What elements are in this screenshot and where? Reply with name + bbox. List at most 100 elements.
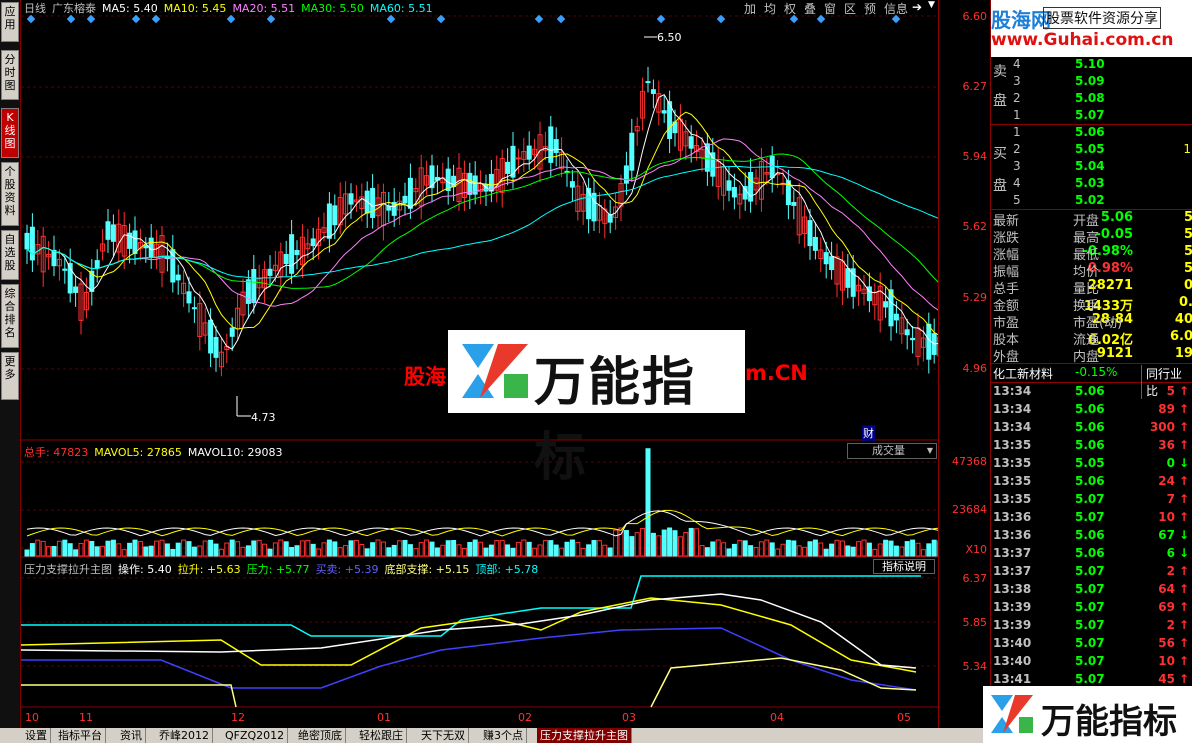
buy-level-row[interactable]: 2 5.05 1 xyxy=(991,142,1192,160)
tab-qiaofeng[interactable]: 乔峰2012 xyxy=(156,728,213,743)
volume-bar xyxy=(213,543,219,557)
volume-bar xyxy=(332,541,338,557)
candle-body xyxy=(688,136,694,149)
pressure-label: 压力: +5.77 xyxy=(246,563,310,576)
bottom-tab-bar: 设置 指标平台 资讯 乔峰2012 QFZQ2012 绝密顶底 轻松跟庄 天下无… xyxy=(0,728,990,743)
tab-stock-info[interactable]: 个股资料 xyxy=(1,162,19,226)
level: 3 xyxy=(1013,74,1021,88)
indicator-tick: 5.34 xyxy=(962,660,988,673)
support-label: 底部支撑: +5.15 xyxy=(384,563,470,576)
volume-bar xyxy=(251,540,257,557)
candle-body xyxy=(143,245,149,249)
price-tick: 6.60 xyxy=(962,10,988,23)
arrow-up-icon: ↑ xyxy=(1178,420,1189,434)
volume-bar xyxy=(580,547,586,557)
tick-volume: 45 xyxy=(1158,672,1175,686)
toolbar-add[interactable]: 加 xyxy=(744,0,756,16)
volume-bar xyxy=(602,544,608,557)
tab-qfzq[interactable]: QFZQ2012 xyxy=(222,728,289,743)
tick-volume: 5 xyxy=(1166,384,1175,398)
low-annotation: 4.73 xyxy=(251,411,276,424)
tab-more[interactable]: 更多 xyxy=(1,352,19,400)
tab-kline[interactable]: K线图 xyxy=(1,108,19,158)
volume-bar xyxy=(796,545,802,557)
tab-app[interactable]: 应用 xyxy=(1,2,19,42)
tab-settings[interactable]: 设置 xyxy=(22,728,51,743)
stat-row: 外盘 9121 内盘 19 xyxy=(991,346,1192,365)
tab-intraday[interactable]: 分时图 xyxy=(1,50,19,100)
tab-news[interactable]: 资讯 xyxy=(117,728,146,743)
tick-time: 13:38 xyxy=(993,582,1032,596)
tab-ranking[interactable]: 综合排名 xyxy=(1,284,19,348)
tab-tianxia[interactable]: 天下无双 xyxy=(418,728,469,743)
volume-indicator-value: 成交量 xyxy=(872,444,905,457)
tick-time: 13:40 xyxy=(993,654,1032,668)
op-label: 操作: 5.40 xyxy=(118,563,172,576)
toolbar-info[interactable]: 信息 xyxy=(884,0,908,16)
volume-bar xyxy=(688,527,694,557)
volume-bar xyxy=(116,543,122,557)
dropdown-icon[interactable]: ▼ xyxy=(928,0,935,14)
tick-volume: 89 xyxy=(1158,402,1175,416)
volume-bar xyxy=(451,540,457,557)
tab-watchlist[interactable]: 自选股 xyxy=(1,230,19,280)
volume-bar xyxy=(532,547,538,557)
price-legend: 日线 广东榕泰 MA5: 5.40 MA10: 5.45 MA20: 5.51 MA30:… xyxy=(24,0,439,16)
toolbar-window[interactable]: 窗 xyxy=(824,0,836,16)
stat-value: 40 xyxy=(1174,312,1192,327)
watermark-text-corner: 万能指标 xyxy=(1041,702,1177,742)
toolbar-overlay[interactable]: 叠 xyxy=(804,0,816,16)
volume-bar xyxy=(710,541,716,557)
brand-url: www.Guhai.com.cn xyxy=(991,30,1174,50)
toolbar-range[interactable]: 区 xyxy=(844,0,856,16)
sell-level-row[interactable]: 3 5.09 xyxy=(991,74,1192,92)
volume-bar xyxy=(62,539,68,557)
stat-row: 最新 5.06 开盘 5 xyxy=(991,210,1192,229)
sector-row[interactable]: 化工新材料 -0.15% 同行业比 xyxy=(991,363,1192,399)
arrow-right-icon[interactable]: ➔ xyxy=(912,0,922,14)
stock-name: 广东榕泰 xyxy=(52,2,96,15)
volume-bar xyxy=(823,548,829,557)
finance-marker[interactable]: 财 xyxy=(862,425,875,441)
level: 2 xyxy=(1013,142,1021,156)
price: 5.03 xyxy=(1075,176,1105,190)
volume-bar xyxy=(856,541,862,557)
level: 4 xyxy=(1013,176,1021,190)
candle-body xyxy=(191,307,197,310)
tab-follow-dealer[interactable]: 轻松跟庄 xyxy=(356,728,407,743)
tick-time: 13:35 xyxy=(993,456,1032,470)
candle-body xyxy=(526,145,532,160)
buy-level-row[interactable]: 4 5.03 xyxy=(991,176,1192,194)
volume-bar xyxy=(883,539,889,557)
buy-level-row[interactable]: 1 5.06 xyxy=(991,125,1192,143)
brand-banner[interactable]: 股海网 股票软件资源分享 www.Guhai.com.cn xyxy=(991,0,1192,57)
level: 2 xyxy=(1013,91,1021,105)
indicator-help-button[interactable]: 指标说明 xyxy=(873,559,935,574)
candle-body xyxy=(704,143,710,172)
toolbar-forecast[interactable]: 预 xyxy=(864,0,876,16)
tab-secret-topbottom[interactable]: 绝密顶底 xyxy=(295,728,346,743)
tab-earn3[interactable]: 赚3个点 xyxy=(480,728,527,743)
brand-tagline: 股票软件资源分享 xyxy=(1043,7,1161,29)
buy-level-row[interactable]: 3 5.04 xyxy=(991,159,1192,177)
tab-indicator-platform[interactable]: 指标平台 xyxy=(55,728,106,743)
arrow-up-icon: ↑ xyxy=(1178,672,1189,686)
arrow-up-icon: ↑ xyxy=(1178,384,1189,398)
volume-bar xyxy=(24,549,30,557)
volume-bar xyxy=(310,543,316,557)
arrow-up-icon: ↑ xyxy=(1178,636,1189,650)
toolbar-avg[interactable]: 均 xyxy=(764,0,776,16)
stat-value: -0.05 xyxy=(1095,227,1133,242)
tick-row: 13:40 5.07 56 ↑ xyxy=(991,636,1192,654)
logo-mark-icon xyxy=(462,344,528,398)
sell-level-row[interactable]: 4 5.10 xyxy=(991,57,1192,75)
volume-bar xyxy=(262,543,268,557)
volume-indicator-select[interactable]: 成交量 ▼ xyxy=(847,443,937,459)
volume-bar xyxy=(791,540,797,557)
candle-body xyxy=(94,260,100,269)
sell-level-row[interactable]: 2 5.08 xyxy=(991,91,1192,109)
tab-pressure-support[interactable]: 压力支撑拉升主图 xyxy=(537,728,632,743)
level: 1 xyxy=(1013,108,1021,122)
candle-body xyxy=(332,205,338,226)
toolbar-right[interactable]: 权 xyxy=(784,0,796,16)
